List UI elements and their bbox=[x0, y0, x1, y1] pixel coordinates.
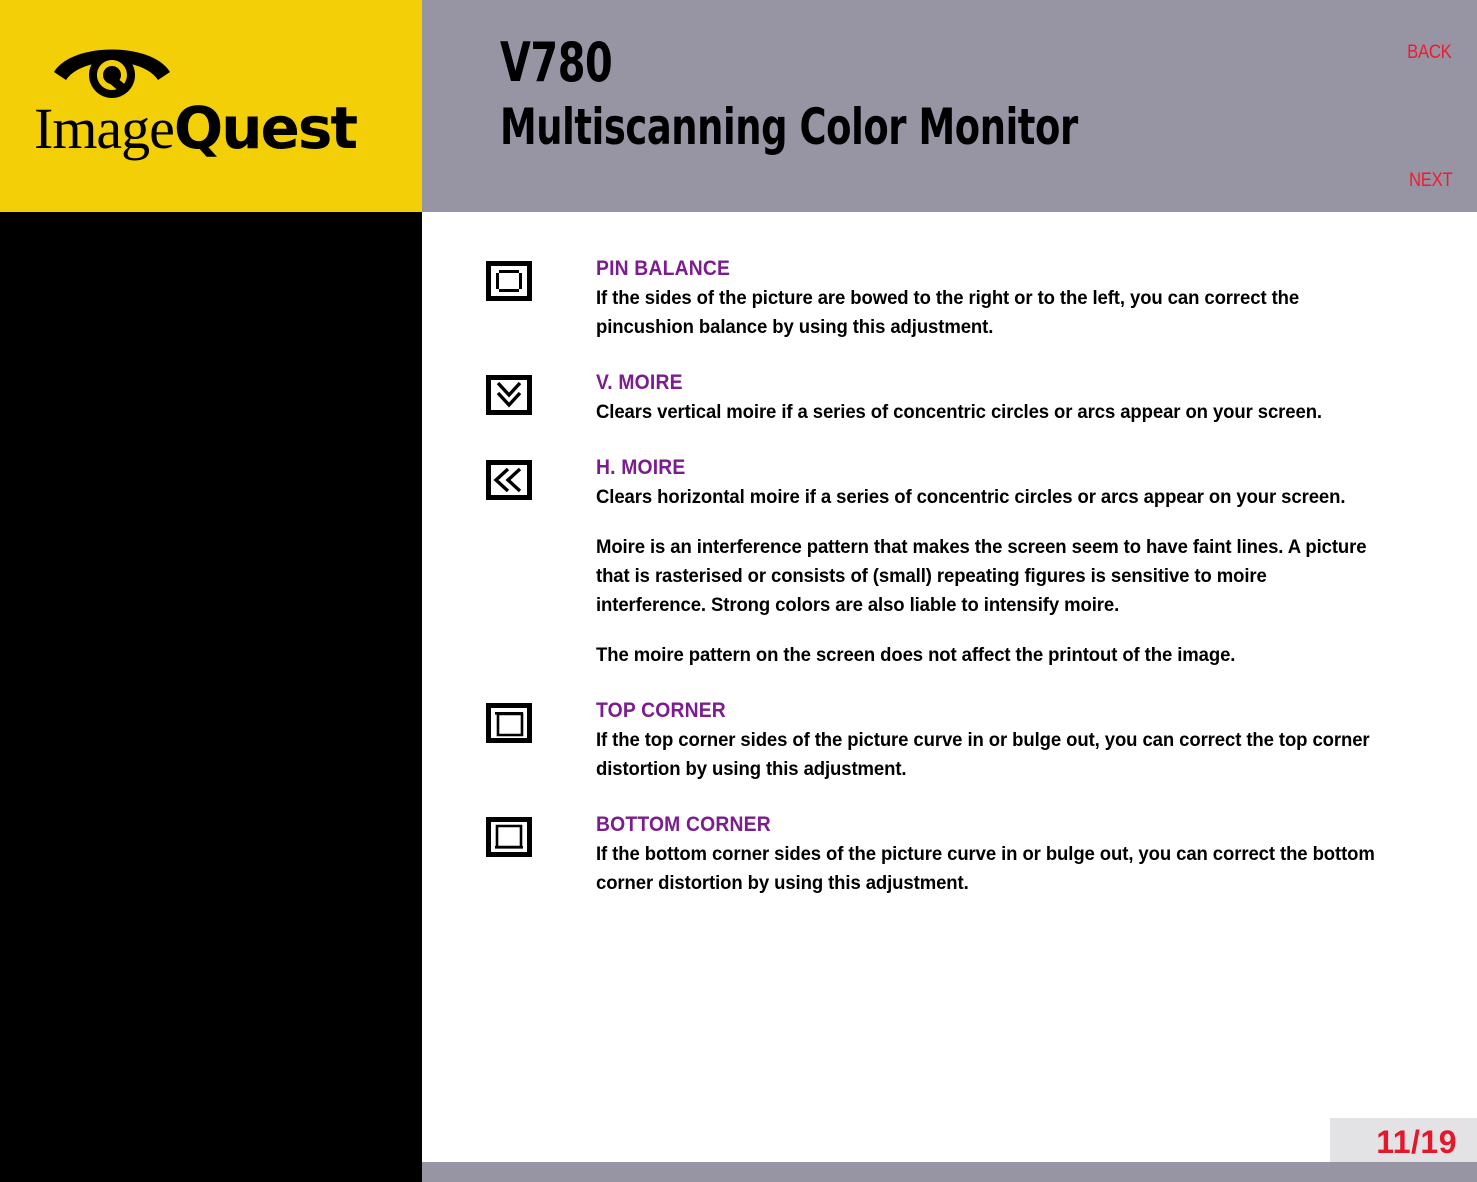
page-title: V780 Multiscanning Color Monitor bbox=[500, 31, 1330, 157]
main-content: PIN BALANCE If the sides of the picture … bbox=[422, 212, 1477, 1162]
entry-body: PIN BALANCE If the sides of the picture … bbox=[596, 256, 1422, 342]
page-header: ImageQuest V780 Multiscanning Color Moni… bbox=[0, 0, 1477, 212]
entry-heading: TOP CORNER bbox=[596, 699, 726, 722]
entry-heading: H. MOIRE bbox=[596, 456, 686, 479]
entry-body: V. MOIRE Clears vertical moire if a seri… bbox=[596, 370, 1422, 427]
list-item: PIN BALANCE If the sides of the picture … bbox=[485, 256, 1422, 342]
entry-body: BOTTOM CORNER If the bottom corner sides… bbox=[596, 812, 1422, 898]
back-link[interactable]: BACK bbox=[1408, 42, 1453, 64]
product-model: V780 bbox=[500, 31, 613, 94]
osd-adjustment-list: PIN BALANCE If the sides of the picture … bbox=[422, 212, 1477, 898]
brand-wordmark: ImageQuest bbox=[34, 92, 394, 164]
list-item: BOTTOM CORNER If the bottom corner sides… bbox=[485, 812, 1422, 898]
entry-body: H. MOIRE Clears horizontal moire if a se… bbox=[596, 455, 1422, 670]
entry-paragraph: Clears horizontal moire if a series of c… bbox=[596, 486, 1346, 508]
entry-paragraph: Moire is an interference pattern that ma… bbox=[596, 536, 1367, 616]
next-link[interactable]: NEXT bbox=[1408, 170, 1452, 192]
product-name: Multiscanning Color Monitor bbox=[500, 98, 1078, 156]
bottom-corner-icon bbox=[485, 816, 533, 858]
top-corner-icon bbox=[485, 702, 533, 744]
list-item: H. MOIRE Clears horizontal moire if a se… bbox=[485, 455, 1422, 670]
v-moire-icon bbox=[485, 374, 533, 416]
entry-heading: PIN BALANCE bbox=[596, 257, 731, 280]
entry-paragraph: The moire pattern on the screen does not… bbox=[596, 644, 1236, 666]
page-number: 11/19 bbox=[1376, 1124, 1457, 1160]
list-item: V. MOIRE Clears vertical moire if a seri… bbox=[485, 370, 1422, 427]
wordmark-quest: Quest bbox=[173, 94, 358, 162]
eye-q-logo-mark-icon bbox=[52, 38, 172, 100]
entry-paragraph: If the top corner sides of the picture c… bbox=[596, 729, 1370, 780]
page-number-badge: 11/19 bbox=[1330, 1118, 1477, 1162]
footer-bar bbox=[422, 1162, 1477, 1182]
entry-body: TOP CORNER If the top corner sides of th… bbox=[596, 698, 1422, 784]
wordmark-image: Image bbox=[34, 96, 175, 161]
entry-paragraph: If the bottom corner sides of the pictur… bbox=[596, 843, 1375, 894]
brand-logo-block: ImageQuest bbox=[0, 0, 422, 212]
entry-heading: V. MOIRE bbox=[596, 371, 683, 394]
left-black-panel bbox=[0, 212, 422, 1182]
entry-paragraph: If the sides of the picture are bowed to… bbox=[596, 287, 1300, 338]
entry-heading: BOTTOM CORNER bbox=[596, 813, 771, 836]
entry-paragraph: Clears vertical moire if a series of con… bbox=[596, 401, 1322, 423]
h-moire-icon bbox=[485, 459, 533, 501]
list-item: TOP CORNER If the top corner sides of th… bbox=[485, 698, 1422, 784]
pin-balance-icon bbox=[485, 260, 533, 302]
